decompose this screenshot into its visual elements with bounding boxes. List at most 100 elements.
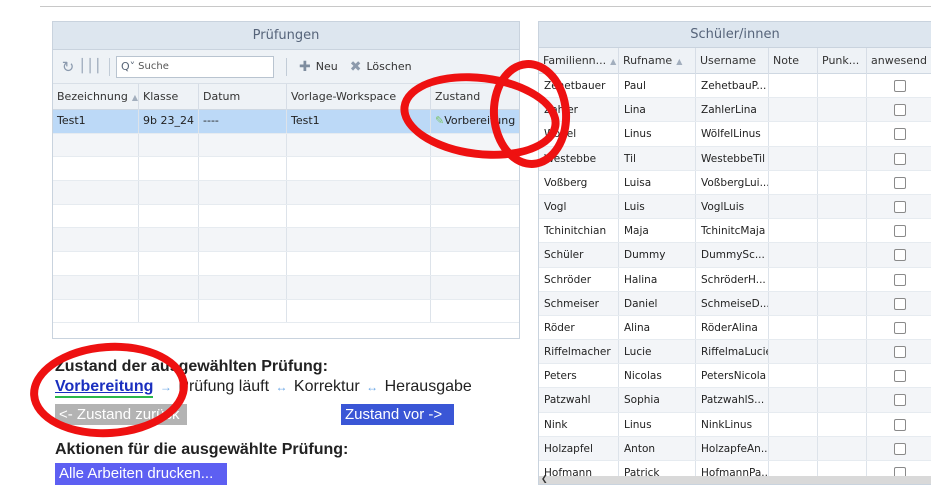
anwesend-checkbox[interactable] <box>894 104 906 117</box>
table-cell-empty <box>287 157 431 181</box>
table-cell-empty <box>199 181 287 204</box>
table-cell-empty <box>431 157 519 180</box>
table-cell-empty <box>199 228 287 252</box>
student-cell-punkte <box>818 364 867 388</box>
student-cell-username: SchmeiseD... <box>696 291 769 315</box>
column-header-bezeichnung[interactable]: Bezeichnung ▲ <box>53 84 139 110</box>
anwesend-checkbox[interactable] <box>894 200 906 213</box>
table-cell-empty <box>53 299 139 323</box>
table-cell-empty <box>53 228 139 252</box>
student-cell-punkte <box>818 122 867 146</box>
student-cell-username: DummySc... <box>696 243 769 267</box>
table-cell-empty <box>139 299 199 323</box>
anwesend-checkbox[interactable] <box>894 442 906 455</box>
anwesend-checkbox[interactable] <box>894 80 906 92</box>
cell-bezeichnung: Test1 <box>53 110 139 133</box>
student-cell-punkte <box>818 243 867 267</box>
column-header-note[interactable]: Note <box>769 48 818 74</box>
student-cell-rufname: Halina <box>619 267 696 291</box>
anwesend-checkbox[interactable] <box>894 273 906 286</box>
student-row[interactable]: Vogl Luis VoglLuis <box>539 194 931 220</box>
anwesend-checkbox[interactable] <box>894 249 906 262</box>
anwesend-checkbox[interactable] <box>894 321 906 334</box>
student-row[interactable]: Holzapfel Anton HolzapfeAn... <box>539 436 931 461</box>
annotation-ellipse-status <box>26 337 192 443</box>
search-input[interactable] <box>138 57 269 76</box>
columns-icon[interactable]: │││ <box>78 58 101 76</box>
student-row[interactable]: Zahler Lina ZahlerLina <box>539 98 931 123</box>
refresh-icon[interactable]: ↻ <box>59 58 77 76</box>
delete-button-label: Löschen <box>366 60 412 73</box>
student-cell-anwesend <box>867 268 931 291</box>
student-row[interactable]: Nink Linus NinkLinus <box>539 412 931 437</box>
column-header-anwesend[interactable]: anwesend <box>867 48 931 74</box>
student-cell-username: VoßbergLui... <box>696 170 769 194</box>
student-row[interactable]: Riffelmacher Lucie RiffelmaLucie <box>539 340 931 365</box>
student-cell-username: VoglLuis <box>696 194 769 219</box>
student-cell-note <box>769 219 818 243</box>
anwesend-checkbox[interactable] <box>894 128 906 141</box>
top-divider <box>40 6 931 7</box>
anwesend-checkbox[interactable] <box>894 370 906 383</box>
student-cell-anwesend <box>867 340 931 363</box>
student-cell-familienname: Schmeiser <box>539 291 619 315</box>
student-row[interactable]: Westebbe Til WestebbeTil <box>539 146 931 171</box>
table-cell-empty <box>53 252 139 275</box>
student-cell-familienname: Schüler <box>539 243 619 267</box>
table-cell-empty <box>287 228 431 252</box>
student-cell-anwesend <box>867 98 931 121</box>
anwesend-checkbox[interactable] <box>894 394 906 407</box>
table-cell-empty <box>53 275 139 299</box>
table-cell-empty <box>431 300 519 323</box>
delete-button[interactable]: ✖ Löschen <box>344 56 418 78</box>
horizontal-scrollbar[interactable]: ❮ <box>539 474 931 484</box>
toolbar-separator <box>109 57 110 76</box>
student-row[interactable]: Wölfel Linus WölfelLinus <box>539 122 931 147</box>
student-row[interactable]: Schröder Halina SchröderH... <box>539 267 931 292</box>
table-cell-empty <box>139 157 199 181</box>
anwesend-checkbox[interactable] <box>894 225 906 238</box>
new-button[interactable]: ✚ Neu <box>293 56 344 78</box>
student-row[interactable]: Peters Nicolas PetersNicola <box>539 364 931 389</box>
scroll-left-icon[interactable]: ❮ <box>541 474 548 483</box>
student-cell-rufname: Luis <box>619 194 696 219</box>
new-button-label: Neu <box>315 60 338 73</box>
student-cell-rufname: Luisa <box>619 170 696 194</box>
anwesend-checkbox[interactable] <box>894 176 906 189</box>
student-row[interactable]: Tchinitchian Maja TchinitcMaja <box>539 219 931 244</box>
table-row-empty <box>53 181 519 205</box>
student-row[interactable]: Röder Alina RöderAlina <box>539 315 931 341</box>
column-header-klasse[interactable]: Klasse <box>139 84 199 110</box>
table-cell-empty <box>287 299 431 323</box>
anwesend-checkbox[interactable] <box>894 152 906 165</box>
student-cell-familienname: Voßberg <box>539 170 619 194</box>
student-cell-punkte <box>818 194 867 219</box>
status-forward-button[interactable]: Zustand vor -> <box>341 404 454 425</box>
column-header-punkte[interactable]: Punk... <box>818 48 867 74</box>
student-cell-rufname: Linus <box>619 122 696 146</box>
table-cell-empty <box>199 299 287 323</box>
print-all-button[interactable]: Alle Arbeiten drucken... <box>55 463 227 485</box>
student-row[interactable]: Patzwahl Sophia PatzwahlS... <box>539 388 931 413</box>
column-header-datum[interactable]: Datum <box>199 84 287 110</box>
student-cell-rufname: Til <box>619 146 696 170</box>
column-header-username[interactable]: Username <box>696 48 769 74</box>
table-row-empty <box>53 228 519 253</box>
student-row[interactable]: Schüler Dummy DummySc... <box>539 243 931 268</box>
anwesend-checkbox[interactable] <box>894 418 906 431</box>
search-field[interactable]: Q˅ <box>116 55 274 78</box>
student-cell-username: HolzapfeAn... <box>696 436 769 460</box>
table-row-empty <box>53 157 519 182</box>
column-header-rufname[interactable]: Rufname ▲ <box>619 48 696 74</box>
anwesend-checkbox[interactable] <box>894 297 906 310</box>
student-cell-note <box>769 243 818 267</box>
student-cell-familienname: Patzwahl <box>539 388 619 412</box>
student-row[interactable]: Schmeiser Daniel SchmeiseD... <box>539 291 931 316</box>
student-cell-familienname: Peters <box>539 364 619 388</box>
student-cell-username: SchröderH... <box>696 267 769 291</box>
student-row[interactable]: Voßberg Luisa VoßbergLui... <box>539 170 931 195</box>
anwesend-checkbox[interactable] <box>894 346 906 359</box>
student-cell-anwesend <box>867 219 931 242</box>
student-cell-punkte <box>818 436 867 460</box>
student-row[interactable]: Zehetbauer Paul ZehetbauP... <box>539 74 931 99</box>
